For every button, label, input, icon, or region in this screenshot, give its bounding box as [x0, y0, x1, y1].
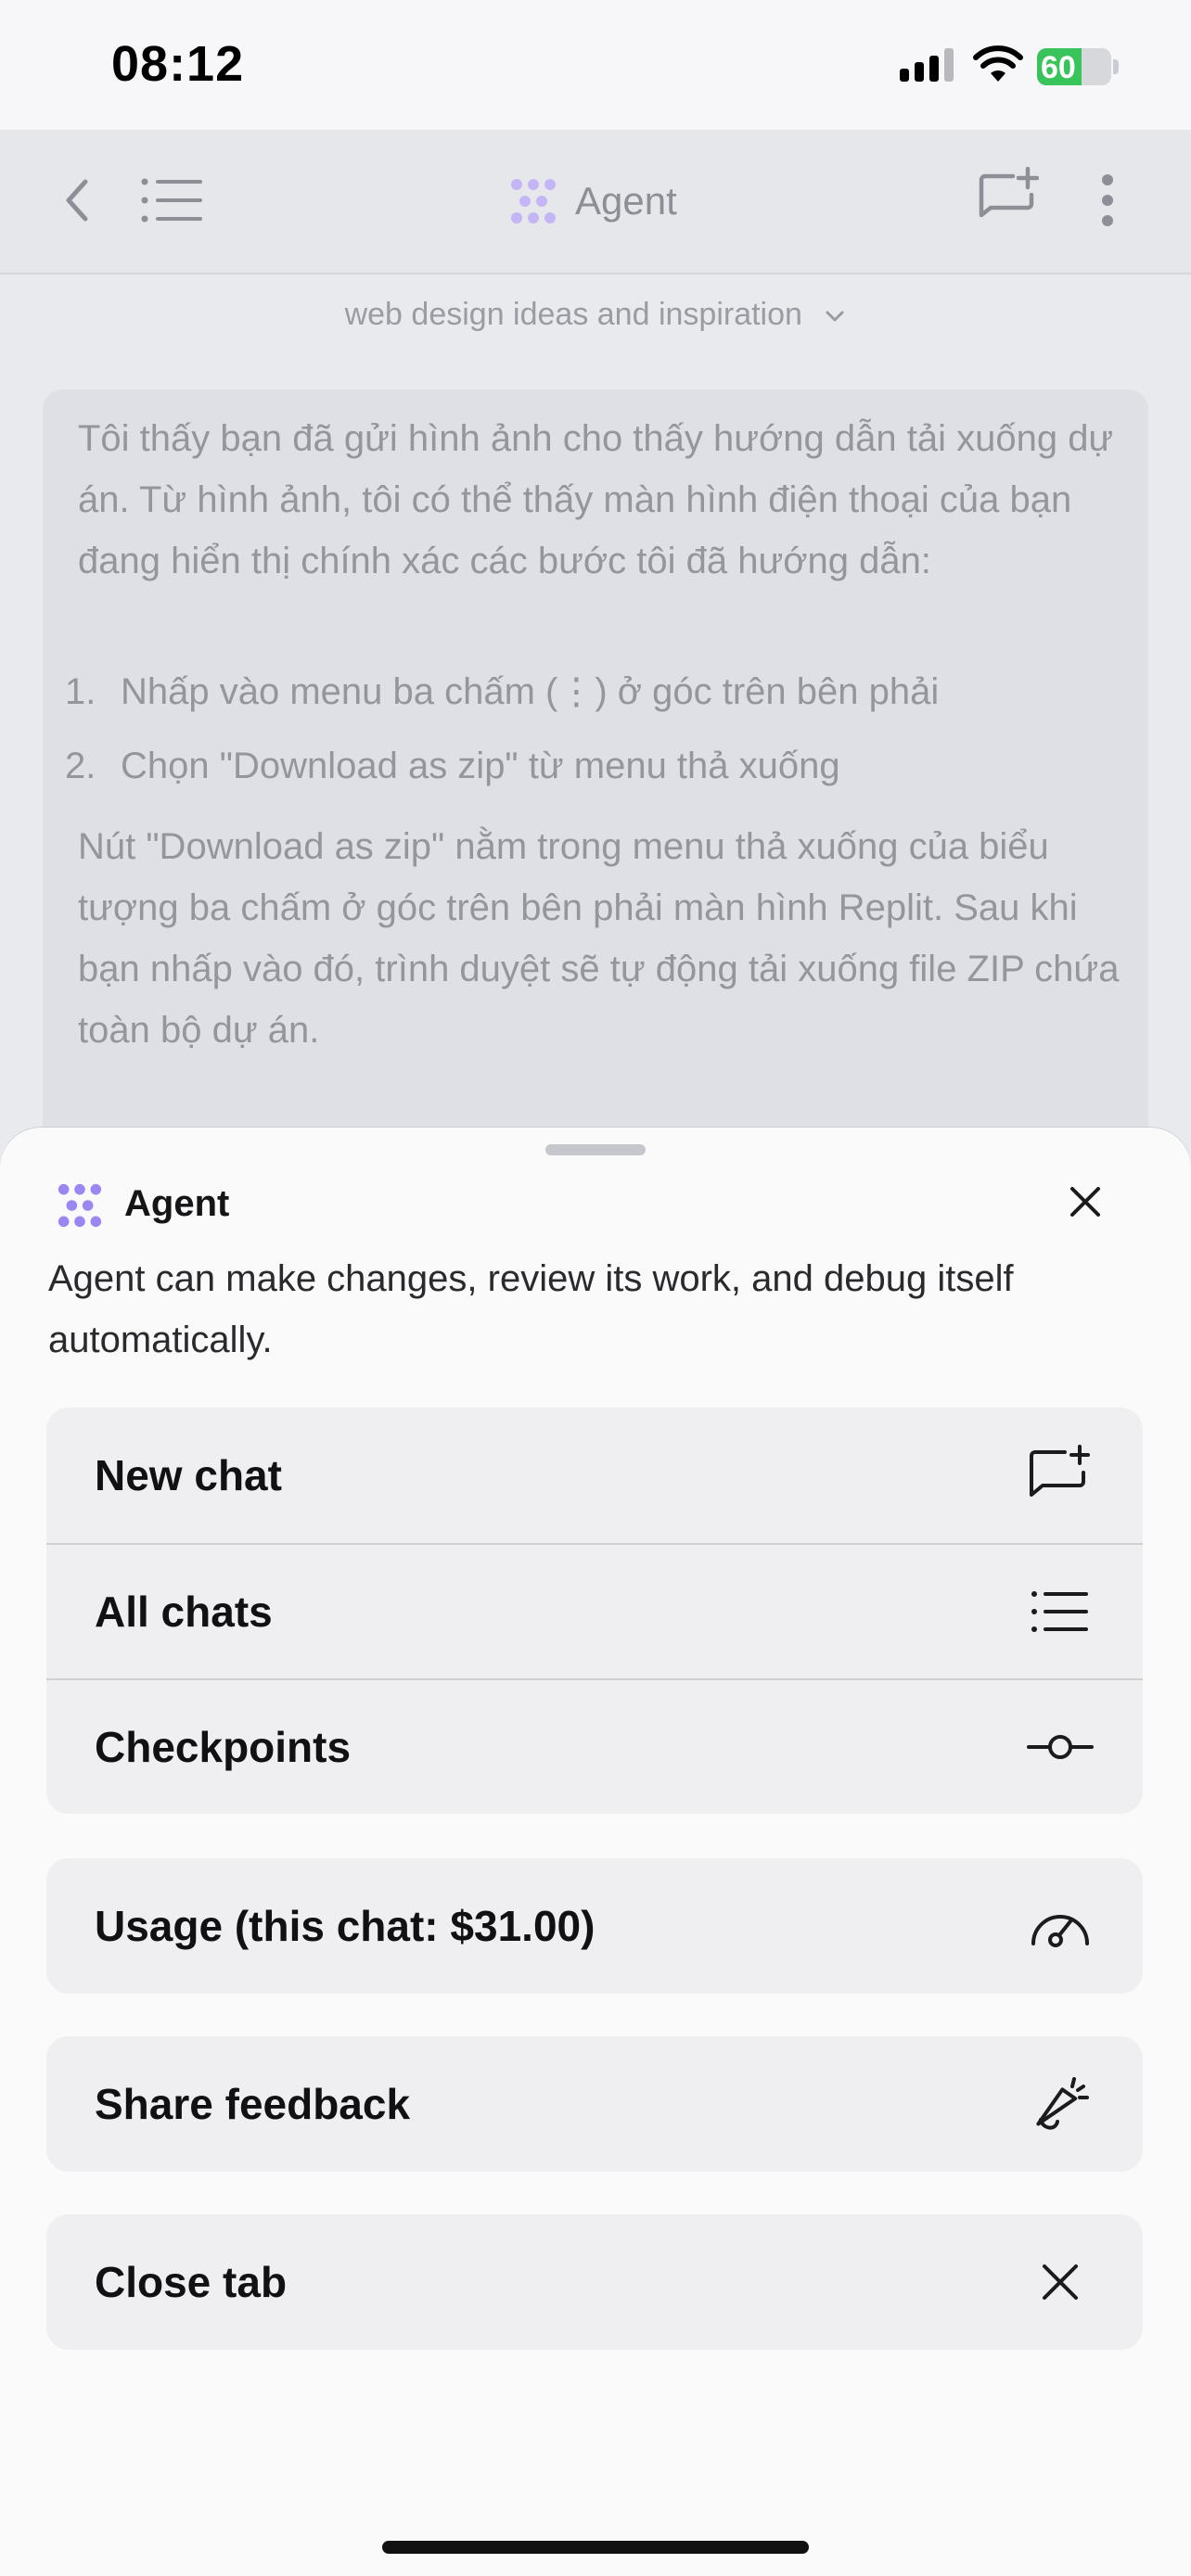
sheet-close-icon[interactable]	[1067, 1183, 1104, 1220]
chat-list-icon[interactable]	[139, 174, 204, 226]
checkpoints-button[interactable]: Checkpoints	[46, 1678, 1143, 1814]
menu-group-usage: Usage (this chat: $31.00)	[46, 1858, 1143, 1994]
session-title: web design ideas and inspiration	[344, 297, 802, 332]
menu-item-label: All chats	[95, 1588, 273, 1636]
agent-logo-icon	[511, 179, 556, 223]
checkpoint-icon	[1026, 1713, 1095, 1781]
back-chevron-icon[interactable]	[58, 172, 95, 228]
all-chats-button[interactable]: All chats	[46, 1543, 1143, 1678]
menu-item-label: Share feedback	[95, 2080, 411, 2128]
more-options-icon[interactable]	[1095, 171, 1121, 230]
battery-indicator: 60	[1037, 48, 1111, 85]
menu-group-feedback: Share feedback	[46, 2036, 1143, 2172]
usage-button[interactable]: Usage (this chat: $31.00)	[46, 1858, 1143, 1994]
message-steps-list: 1. Nhấp vào menu ba chấm (⋮) ở góc trên b…	[65, 655, 1132, 803]
session-selector[interactable]: web design ideas and inspiration	[0, 297, 1191, 333]
step-number: 1.	[65, 671, 96, 712]
wifi-icon	[973, 45, 1023, 82]
megaphone-icon	[1026, 2070, 1095, 2138]
menu-group-close: Close tab	[46, 2214, 1143, 2350]
gauge-icon	[1026, 1892, 1095, 1960]
sheet-description: Agent can make changes, review its work,…	[48, 1258, 1014, 1360]
new-chat-icon	[1026, 1441, 1095, 1510]
list-item: 2. Chọn "Download as zip" từ menu thả xuố…	[65, 729, 1132, 803]
new-chat-icon[interactable]	[976, 167, 1041, 232]
battery-cap	[1113, 59, 1119, 74]
step-text: Chọn "Download as zip" từ menu thả xuống	[121, 746, 840, 786]
list-icon	[1026, 1577, 1095, 1646]
menu-group-primary: New chat All chats Checkpoints	[46, 1408, 1143, 1814]
agent-logo-icon	[58, 1183, 102, 1228]
agent-message-card: Tôi thấy bạn đã gửi hình ảnh cho thấy hư…	[43, 389, 1148, 1150]
close-tab-button[interactable]: Close tab	[46, 2214, 1143, 2350]
status-time: 08:12	[111, 36, 245, 92]
step-number: 2.	[65, 746, 96, 786]
list-item: 1. Nhấp vào menu ba chấm (⋮) ở góc trên b…	[65, 655, 1132, 729]
close-icon	[1026, 2248, 1095, 2316]
message-paragraph-1: Tôi thấy bạn đã gửi hình ảnh cho thấy hư…	[78, 418, 1114, 581]
agent-options-sheet: Agent Agent can make changes, review its…	[0, 1128, 1191, 2576]
header-title-group[interactable]: Agent	[508, 171, 677, 232]
header-title: Agent	[575, 179, 677, 223]
share-feedback-button[interactable]: Share feedback	[46, 2036, 1143, 2172]
message-paragraph-2: Nút "Download as zip" nằm trong menu thả…	[78, 826, 1120, 1051]
battery-level-text: 60	[1041, 50, 1076, 85]
chat-area: web design ideas and inspiration Tôi thấ…	[0, 274, 1191, 1150]
sheet-title: Agent	[124, 1183, 230, 1224]
step-text: Nhấp vào menu ba chấm (⋮) ở góc trên bên…	[121, 671, 940, 712]
new-chat-button[interactable]: New chat	[46, 1408, 1143, 1543]
menu-item-label: Usage (this chat: $31.00)	[95, 1902, 596, 1950]
cellular-signal-icon	[900, 48, 954, 82]
menu-item-label: Checkpoints	[95, 1723, 352, 1771]
app-header: Agent	[0, 130, 1191, 274]
home-indicator	[382, 2541, 809, 2554]
chevron-down-icon	[826, 311, 844, 322]
menu-item-label: Close tab	[95, 2258, 288, 2306]
status-bar: 08:12 60	[0, 0, 1191, 130]
menu-item-label: New chat	[95, 1451, 282, 1499]
sheet-grabber[interactable]	[545, 1144, 646, 1155]
